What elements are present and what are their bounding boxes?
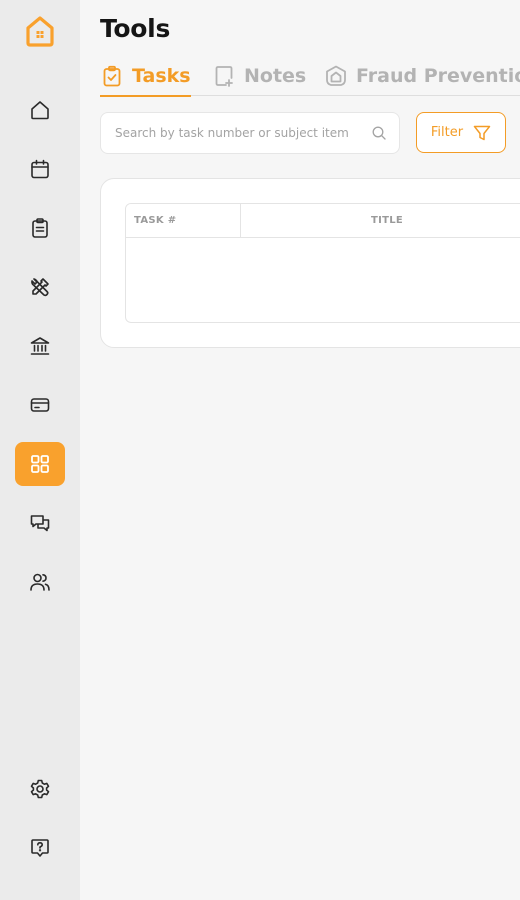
tab-tasks[interactable]: Tasks <box>100 56 191 97</box>
page-title: Tools <box>100 14 171 43</box>
nav-tools[interactable] <box>15 265 65 309</box>
nav-help[interactable] <box>15 826 65 870</box>
calendar-icon <box>31 159 49 179</box>
nav-chat[interactable] <box>15 501 65 545</box>
tab-fraud-prevention[interactable]: Fraud Prevention <box>324 56 520 96</box>
clipboard-icon <box>32 218 48 238</box>
search-box <box>100 112 400 154</box>
nav-card[interactable] <box>15 383 65 427</box>
filter-button-label: Filter <box>430 125 464 140</box>
help-icon <box>31 839 49 857</box>
nav-calendar[interactable] <box>15 147 65 191</box>
column-header-title[interactable]: TITLE <box>241 204 520 237</box>
tab-fraud-prevention-label: Fraud Prevention <box>356 65 520 87</box>
note-add-icon <box>215 66 233 87</box>
home-logo-icon[interactable] <box>24 14 56 48</box>
sidebar <box>0 0 80 900</box>
nav-grid[interactable] <box>15 442 65 486</box>
filter-icon <box>473 125 491 140</box>
tab-notes[interactable]: Notes <box>212 56 306 96</box>
nav-clipboard[interactable] <box>15 206 65 250</box>
home-icon <box>31 101 49 120</box>
tabs-bar: Tasks Notes Fraud Prevention <box>100 56 520 97</box>
search-icon[interactable] <box>371 125 387 141</box>
bank-icon <box>30 337 50 355</box>
nav-home[interactable] <box>15 88 65 132</box>
card-icon <box>30 398 50 412</box>
grid-icon <box>31 455 49 473</box>
tasks-table: TASK # TITLE <box>125 203 520 323</box>
chat-icon <box>30 515 50 532</box>
column-header-task-number[interactable]: TASK # <box>134 204 240 237</box>
nav-users[interactable] <box>15 560 65 604</box>
nav-settings[interactable] <box>15 767 65 811</box>
tab-notes-label: Notes <box>244 65 307 87</box>
nav-bank[interactable] <box>15 324 65 368</box>
search-input[interactable] <box>115 126 361 140</box>
main-content: Tools Tasks Notes Fraud Prevention <box>80 0 520 900</box>
clipboard-check-icon <box>103 65 121 87</box>
users-icon <box>30 573 50 591</box>
shield-home-icon <box>326 65 346 86</box>
table-header: TASK # TITLE <box>126 204 520 238</box>
tools-icon <box>31 278 49 297</box>
gear-icon <box>30 779 50 799</box>
filter-button[interactable]: Filter <box>416 112 506 153</box>
tab-tasks-label: Tasks <box>132 65 191 87</box>
tasks-card: TASK # TITLE <box>100 178 520 348</box>
